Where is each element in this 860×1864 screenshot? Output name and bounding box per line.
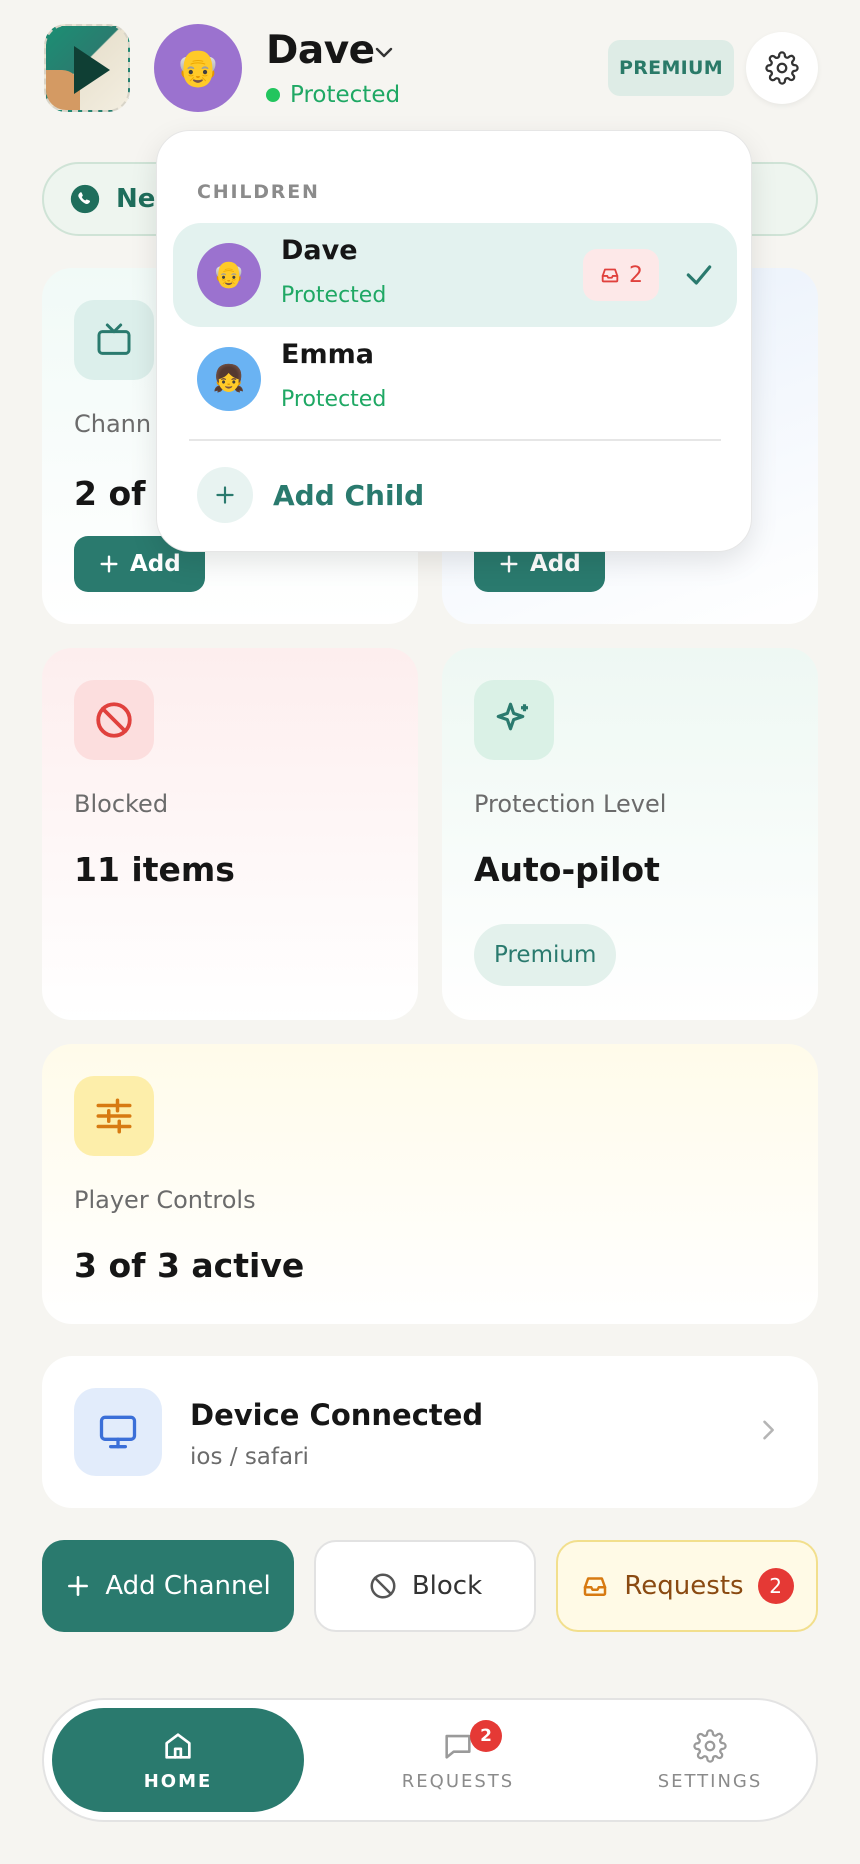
device-title: Device Connected xyxy=(190,1398,484,1432)
check-icon xyxy=(683,259,715,291)
child-name[interactable]: Dave xyxy=(266,28,375,73)
nav-requests[interactable]: REQUESTS 2 xyxy=(358,1708,558,1812)
sliders-icon xyxy=(74,1076,154,1156)
chevron-down-icon[interactable] xyxy=(372,40,396,64)
requests-label: Requests xyxy=(624,1571,744,1601)
inbox-icon xyxy=(580,1571,610,1601)
protection-card[interactable]: Protection Level Auto-pilot Premium xyxy=(442,648,818,1020)
nav-requests-badge: 2 xyxy=(470,1720,502,1752)
player-controls-card[interactable]: Player Controls 3 of 3 active xyxy=(42,1044,818,1324)
requests-button[interactable]: Requests 2 xyxy=(556,1540,818,1632)
device-card[interactable]: Device Connected ios / safari xyxy=(42,1356,818,1508)
gear-icon xyxy=(693,1728,727,1763)
gear-icon xyxy=(765,51,799,85)
children-heading: CHILDREN xyxy=(197,181,320,203)
sparkle-icon xyxy=(474,680,554,760)
inbox-icon xyxy=(599,264,621,286)
child-option-dave[interactable]: 👴 Dave Protected 2 xyxy=(173,223,737,327)
add-label: Add xyxy=(530,551,581,577)
add-child-button[interactable] xyxy=(197,467,253,523)
avatar-emoji: 👴 xyxy=(212,260,246,290)
divider xyxy=(189,439,721,441)
pending-requests-badge: 2 xyxy=(583,249,659,301)
add-channel-label: Add Channel xyxy=(105,1571,271,1601)
add-child-label[interactable]: Add Child xyxy=(273,479,424,512)
status-dot xyxy=(266,88,280,102)
home-icon xyxy=(161,1729,195,1763)
bottom-nav: HOME REQUESTS 2 SETTINGS xyxy=(42,1698,818,1822)
nav-requests-label: REQUESTS xyxy=(401,1770,515,1792)
nav-home-label: HOME xyxy=(143,1770,213,1792)
child-name: Emma xyxy=(281,339,374,370)
block-icon xyxy=(368,1571,398,1601)
avatar-emoji: 👴 xyxy=(175,48,221,89)
plus-icon xyxy=(65,1573,91,1599)
monitor-icon xyxy=(74,1388,162,1476)
premium-badge[interactable]: PREMIUM xyxy=(608,40,734,96)
blocked-value: 11 items xyxy=(74,850,235,889)
protection-label: Protection Level xyxy=(474,790,667,818)
status-indicator: Protected xyxy=(266,82,400,108)
avatar[interactable]: 👴 xyxy=(154,24,242,112)
avatar: 👧 xyxy=(197,347,261,411)
settings-button[interactable] xyxy=(746,32,818,104)
player-controls-label: Player Controls xyxy=(74,1186,256,1214)
nav-settings[interactable]: SETTINGS xyxy=(610,1708,810,1812)
nav-home[interactable]: HOME xyxy=(52,1708,304,1812)
plus-icon xyxy=(212,482,238,508)
child-status: Protected xyxy=(281,387,387,412)
chevron-right-icon xyxy=(754,1416,782,1444)
device-subtitle: ios / safari xyxy=(190,1444,309,1470)
plus-icon xyxy=(98,553,120,575)
banner-text: Ne xyxy=(116,184,156,214)
tv-icon xyxy=(74,300,154,380)
child-status: Protected xyxy=(281,283,387,308)
whatsapp-icon xyxy=(68,182,102,216)
child-name: Dave xyxy=(281,235,358,266)
plus-icon xyxy=(498,553,520,575)
badge-count: 2 xyxy=(629,262,643,288)
premium-tag[interactable]: Premium xyxy=(474,924,617,986)
requests-count-badge: 2 xyxy=(757,1568,794,1604)
player-controls-value: 3 of 3 active xyxy=(74,1246,305,1285)
avatar: 👴 xyxy=(197,243,261,307)
status-text: Protected xyxy=(290,82,401,108)
child-switcher-dropdown: CHILDREN 👴 Dave Protected 2 👧 Emma Prote… xyxy=(156,130,752,552)
block-label: Block xyxy=(411,1571,483,1601)
add-channel-button[interactable]: Add Channel xyxy=(42,1540,294,1632)
protection-value: Auto-pilot xyxy=(474,850,660,889)
blocked-card[interactable]: Blocked 11 items xyxy=(42,648,418,1020)
block-button[interactable]: Block xyxy=(314,1540,536,1632)
avatar-emoji: 👧 xyxy=(212,364,246,394)
blocked-label: Blocked xyxy=(74,790,169,818)
nav-settings-label: SETTINGS xyxy=(657,1770,763,1792)
block-icon xyxy=(74,680,154,760)
add-label: Add xyxy=(130,551,181,577)
app-logo xyxy=(44,24,130,112)
channels-label: Chann xyxy=(74,410,152,438)
child-option-emma[interactable]: 👧 Emma Protected xyxy=(173,327,737,431)
